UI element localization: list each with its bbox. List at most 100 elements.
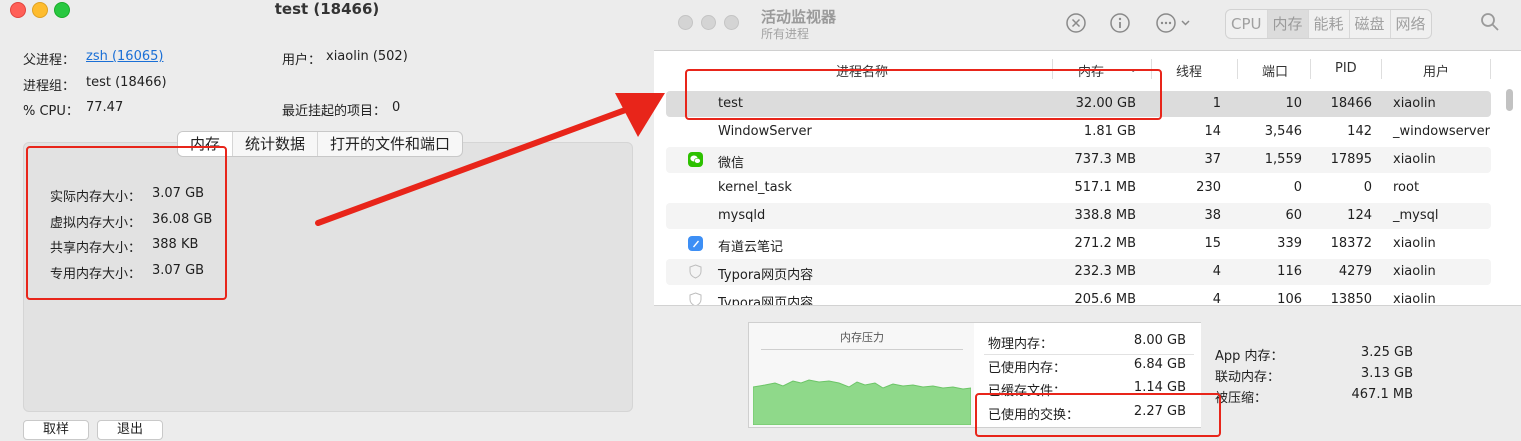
shield-icon: [688, 264, 703, 279]
process-memory: 338.8 MB: [1074, 208, 1136, 223]
column-divider: [1310, 59, 1311, 79]
process-pid: 4279: [1338, 264, 1372, 279]
column-user[interactable]: 用户: [1423, 61, 1449, 80]
table-row[interactable]: WindowServer 1.81 GB 14 3,546 142 _windo…: [666, 119, 1491, 145]
pressure-threshold-line: [761, 349, 963, 350]
process-memory: 1.81 GB: [1083, 124, 1136, 139]
process-threads: 15: [1204, 236, 1221, 251]
stat-physical-memory: 物理内存： 8.00 GB: [988, 333, 1186, 352]
memory-pressure-label: 内存压力: [840, 331, 884, 344]
process-pid: 124: [1347, 208, 1372, 223]
close-window-button[interactable]: [678, 15, 693, 30]
segment-disk[interactable]: 磁盘: [1350, 10, 1391, 38]
process-ports: 116: [1277, 264, 1302, 279]
more-options-icon[interactable]: [1155, 12, 1195, 34]
table-scrollbar[interactable]: [1506, 89, 1513, 111]
process-threads: 230: [1196, 180, 1221, 195]
column-pid[interactable]: PID: [1335, 61, 1357, 76]
stat-label: 被压缩：: [1215, 391, 1268, 406]
process-user: xiaolin: [1393, 264, 1436, 279]
segment-cpu[interactable]: CPU: [1226, 10, 1268, 38]
tab-statistics[interactable]: 统计数据: [233, 132, 319, 156]
process-name: kernel_task: [718, 180, 792, 195]
window-title: test (18466): [274, 0, 380, 18]
table-row[interactable]: kernel_task 517.1 MB 230 0 0 root: [666, 175, 1491, 201]
process-name: WindowServer: [718, 124, 812, 139]
column-threads[interactable]: 线程: [1176, 61, 1202, 80]
process-name: 有道云笔记: [718, 240, 784, 255]
column-divider: [1237, 59, 1238, 79]
segment-energy[interactable]: 能耗: [1309, 10, 1350, 38]
table-row[interactable]: Typora网页内容 232.3 MB 4 116 4279 xiaolin: [666, 259, 1491, 285]
stat-used-memory: 已使用内存： 6.84 GB: [988, 357, 1186, 376]
memory-highlight-box: [26, 146, 227, 300]
process-name: mysqld: [718, 208, 766, 223]
table-row[interactable]: 微信 737.3 MB 37 1,559 17895 xiaolin: [666, 147, 1491, 173]
stat-value: 6.84 GB: [1133, 357, 1186, 372]
search-icon[interactable]: [1480, 12, 1500, 37]
process-memory: 271.2 MB: [1074, 236, 1136, 251]
process-pid: 17895: [1330, 152, 1372, 167]
process-user: xiaolin: [1393, 96, 1436, 111]
process-threads: 4: [1212, 264, 1221, 279]
minimize-window-button[interactable]: [701, 15, 716, 30]
process-group-label: 进程组：: [23, 79, 76, 94]
table-row[interactable]: 有道云笔记 271.2 MB 15 339 18372 xiaolin: [666, 231, 1491, 257]
stat-app-memory: App 内存： 3.25 GB: [1215, 345, 1413, 364]
process-group-value: test (18466): [86, 75, 167, 90]
segment-memory[interactable]: 内存: [1267, 10, 1309, 38]
process-threads: 14: [1204, 124, 1221, 139]
process-threads: 38: [1204, 208, 1221, 223]
process-name: Typora网页内容: [718, 268, 814, 283]
process-name: 微信: [718, 156, 745, 171]
cpu-value: 77.47: [86, 100, 124, 115]
stat-wired-memory: 联动内存： 3.13 GB: [1215, 366, 1413, 385]
process-user: _windowserver: [1393, 124, 1490, 139]
stat-value: 8.00 GB: [1133, 333, 1186, 348]
annotation-arrow: [315, 93, 665, 226]
divider: [984, 354, 1194, 355]
stat-value: 467.1 MB: [1351, 387, 1413, 402]
user-label: 用户：: [282, 53, 322, 68]
user-value: xiaolin (502): [326, 49, 408, 64]
parent-process-link[interactable]: zsh (16065): [86, 49, 163, 64]
quit-button[interactable]: 退出: [97, 420, 163, 440]
process-ports: 1,559: [1264, 152, 1302, 167]
process-ports: 10: [1285, 96, 1302, 111]
wechat-icon: [688, 152, 703, 167]
stat-compressed: 被压缩： 467.1 MB: [1215, 387, 1413, 406]
activity-monitor-window: 活动监视器 所有进程 CPU 内存 能耗 磁盘 网络 进程名称 内存 ⌄ 线程 …: [654, 0, 1521, 441]
process-ports: 0: [1293, 180, 1302, 195]
process-user: xiaolin: [1393, 152, 1436, 167]
process-user: _mysql: [1393, 208, 1439, 223]
cpu-label: % CPU：: [23, 104, 79, 119]
zoom-window-button[interactable]: [724, 15, 739, 30]
process-memory: 232.3 MB: [1074, 264, 1136, 279]
stat-label: 物理内存：: [988, 337, 1054, 352]
stat-label: 联动内存：: [1215, 370, 1281, 385]
table-row[interactable]: mysqld 338.8 MB 38 60 124 _mysql: [666, 203, 1491, 229]
column-ports[interactable]: 端口: [1262, 61, 1288, 80]
test-row-highlight-box: [685, 69, 1162, 120]
segment-network[interactable]: 网络: [1391, 10, 1431, 38]
swap-highlight-box: [975, 393, 1221, 437]
process-threads: 1: [1212, 96, 1221, 111]
parent-process-label: 父进程：: [23, 53, 76, 68]
stat-value: 3.13 GB: [1360, 366, 1413, 381]
view-segmented-control: CPU 内存 能耗 磁盘 网络: [1225, 9, 1432, 39]
stop-process-icon[interactable]: [1065, 12, 1087, 34]
column-divider: [1381, 59, 1382, 79]
memory-pressure-graph: 内存压力: [748, 322, 976, 428]
process-user: root: [1393, 180, 1420, 195]
process-threads: 37: [1204, 152, 1221, 167]
process-ports: 339: [1277, 236, 1302, 251]
app-title: 活动监视器: [761, 8, 837, 26]
app-subtitle: 所有进程: [761, 27, 810, 41]
process-memory: 517.1 MB: [1074, 180, 1136, 195]
stat-label: App 内存：: [1215, 349, 1284, 364]
stat-value: 3.25 GB: [1360, 345, 1413, 360]
process-memory: 737.3 MB: [1074, 152, 1136, 167]
sample-button[interactable]: 取样: [23, 420, 89, 440]
process-user: xiaolin: [1393, 236, 1436, 251]
info-icon[interactable]: [1109, 12, 1131, 34]
